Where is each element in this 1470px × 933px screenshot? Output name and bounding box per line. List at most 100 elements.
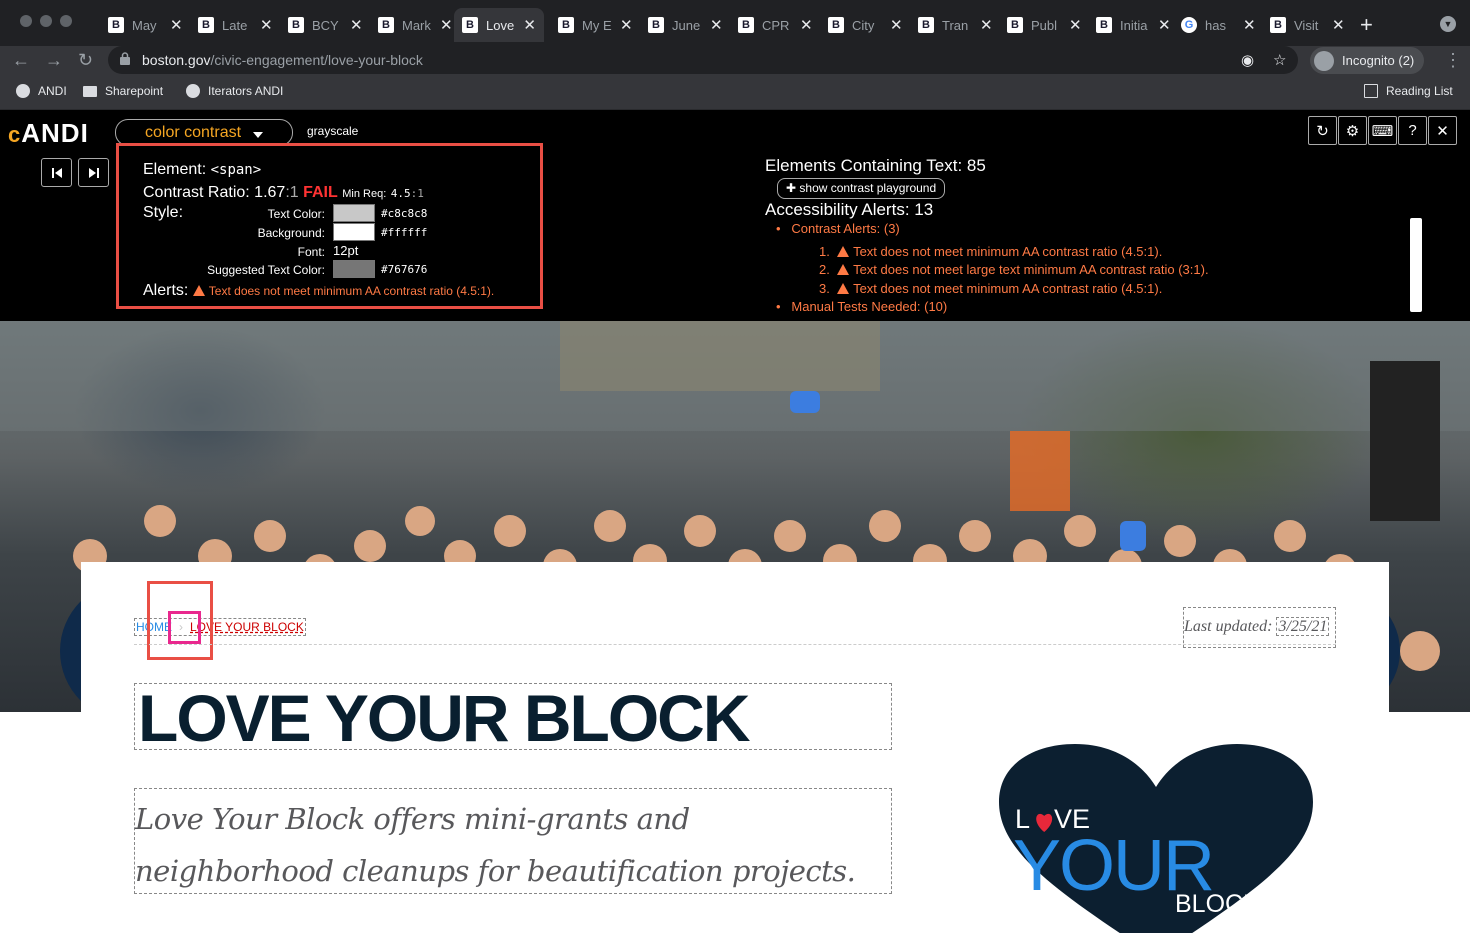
browser-tab[interactable]: B May ✕ [100, 8, 191, 42]
google-favicon-icon: G [1181, 17, 1197, 33]
plus-icon: ✚ [786, 181, 800, 195]
font-label: Font: [297, 245, 325, 259]
contrast-playground-button[interactable]: ✚ show contrast playground [777, 178, 946, 199]
tab-close-icon[interactable]: ✕ [1332, 16, 1345, 34]
tab-close-icon[interactable]: ✕ [710, 16, 723, 34]
folder-icon [83, 85, 97, 97]
tab-close-icon[interactable]: ✕ [170, 16, 183, 34]
alert-item[interactable]: 1. Text does not meet minimum AA contras… [819, 244, 1162, 259]
previous-element-button[interactable] [41, 158, 72, 187]
boston-favicon-icon: B [1270, 17, 1286, 33]
browser-tab[interactable]: B My E ✕ [550, 8, 641, 42]
tab-close-icon[interactable]: ✕ [350, 16, 363, 34]
refresh-icon: ↻ [1316, 122, 1329, 140]
alerts-label: Alerts: [143, 282, 189, 299]
help-icon: ? [1408, 122, 1417, 139]
window-zoom-button[interactable] [60, 15, 72, 27]
last-updated-label: Last updated: [1184, 618, 1273, 635]
tab-close-icon[interactable]: ✕ [1243, 16, 1256, 34]
tab-close-icon[interactable]: ✕ [980, 16, 993, 34]
browser-tab-active[interactable]: B Love ✕ [454, 8, 544, 42]
browser-tab[interactable]: B Tran ✕ [910, 8, 1001, 42]
andi-logo[interactable]: cANDI [8, 118, 89, 149]
tab-close-icon[interactable]: ✕ [620, 16, 633, 34]
accessibility-alerts-heading: Accessibility Alerts: 13 [765, 200, 934, 219]
tab-close-icon[interactable]: ✕ [440, 16, 453, 34]
browser-toolbar: ← → ↻ boston.gov/civic-engagement/love-y… [0, 46, 1470, 76]
star-icon[interactable]: ☆ [1273, 51, 1286, 69]
refresh-button[interactable]: ↻ [1308, 116, 1337, 145]
reading-list-icon [1364, 84, 1378, 98]
alert-item[interactable]: 3. Text does not meet minimum AA contras… [819, 281, 1162, 296]
settings-button[interactable]: ⚙ [1338, 116, 1367, 145]
andi-panel: cANDI color contrast grayscale Element: … [0, 110, 1470, 321]
boston-favicon-icon: B [828, 17, 844, 33]
browser-tab[interactable]: B CPR ✕ [730, 8, 821, 42]
browser-tab[interactable]: B Late ✕ [190, 8, 281, 42]
element-value: <span> [210, 162, 262, 178]
heart-logo-icon: L VE YOUR BLOCK [999, 744, 1313, 933]
love-your-block-logo: L VE YOUR BLOCK [997, 742, 1315, 933]
alerts-scrollbar[interactable] [1410, 218, 1422, 312]
browser-tab[interactable]: B Visit ✕ [1262, 8, 1353, 42]
tab-close-icon[interactable]: ✕ [260, 16, 273, 34]
help-button[interactable]: ? [1398, 116, 1427, 145]
window-minimize-button[interactable] [40, 15, 52, 27]
warning-icon [192, 285, 205, 296]
window-close-button[interactable] [20, 15, 32, 27]
page-title: LOVE YOUR BLOCK [138, 681, 751, 755]
browser-tab[interactable]: B Initia ✕ [1088, 8, 1179, 42]
tab-close-icon[interactable]: ✕ [1069, 16, 1082, 34]
reload-icon[interactable]: ↻ [78, 50, 93, 71]
browser-tab[interactable]: B BCY ✕ [280, 8, 371, 42]
address-bar[interactable]: boston.gov/civic-engagement/love-your-bl… [108, 46, 1298, 74]
fail-badge: FAIL [303, 184, 338, 201]
bookmark-iterators-andi[interactable]: Iterators ANDI [186, 84, 283, 98]
font-value: 12pt [333, 243, 359, 258]
tab-close-icon[interactable]: ✕ [523, 16, 536, 34]
new-tab-button[interactable]: + [1360, 12, 1373, 38]
contrast-ratio-value: 1.67 [254, 184, 286, 201]
reading-list-button[interactable]: Reading List [1364, 84, 1453, 98]
alert-item[interactable]: 2. Text does not meet large text minimum… [819, 262, 1209, 277]
browser-tab-bar: B May ✕ B Late ✕ B BCY ✕ B Mark ✕ B Love ✕ B My E ✕ … [0, 0, 1470, 46]
browser-tab[interactable]: B June ✕ [640, 8, 731, 42]
grayscale-toggle[interactable]: grayscale [307, 124, 358, 138]
last-updated: Last updated: 3/25/21 [1183, 607, 1336, 648]
browser-tab[interactable]: B Publ ✕ [999, 8, 1090, 42]
tab-close-icon[interactable]: ✕ [890, 16, 903, 34]
text-color-label: Text Color: [267, 207, 325, 221]
browser-tab[interactable]: B Mark ✕ [370, 8, 461, 42]
page-title-box: LOVE YOUR BLOCK [134, 681, 892, 755]
forward-arrow-icon[interactable]: → [45, 50, 63, 71]
contrast-alerts-group[interactable]: • Contrast Alerts: (3) [776, 221, 900, 236]
incognito-profile-button[interactable]: Incognito (2) [1310, 47, 1425, 74]
gear-icon: ⚙ [1345, 122, 1360, 140]
tab-close-icon[interactable]: ✕ [800, 16, 813, 34]
alert-message: Text does not meet minimum AA contrast r… [208, 284, 495, 298]
suggested-color-swatch [333, 260, 375, 278]
next-element-button[interactable] [78, 158, 109, 187]
close-icon: ✕ [1436, 122, 1449, 140]
keyboard-button[interactable]: ⌨ [1368, 116, 1397, 145]
intro-box: Love Your Block offers mini-grants and n… [134, 788, 892, 894]
close-andi-button[interactable]: ✕ [1428, 116, 1457, 145]
back-arrow-icon[interactable]: ← [12, 50, 30, 71]
manual-tests-group[interactable]: • Manual Tests Needed: (10) [776, 299, 947, 314]
module-select[interactable]: color contrast [115, 119, 293, 146]
skip-next-icon [88, 167, 99, 178]
more-menu-icon[interactable]: ⋮ [1444, 50, 1462, 71]
eye-off-icon[interactable]: ◉ [1241, 51, 1254, 69]
andi-focus-outline [168, 611, 201, 644]
background-color-swatch [333, 223, 375, 241]
suggested-color-value: #767676 [381, 263, 428, 276]
last-updated-date: 3/25/21 [1276, 617, 1330, 636]
bookmark-sharepoint[interactable]: Sharepoint [83, 84, 163, 98]
tab-close-icon[interactable]: ✕ [1158, 16, 1171, 34]
browser-tab[interactable]: Ghas ✕ [1173, 8, 1264, 42]
tab-search-icon[interactable]: ▼ [1440, 16, 1456, 32]
browser-tab[interactable]: B City ✕ [820, 8, 911, 42]
warning-icon [837, 264, 850, 275]
bookmark-andi[interactable]: ANDI [16, 84, 67, 98]
keyboard-icon: ⌨ [1371, 122, 1394, 140]
